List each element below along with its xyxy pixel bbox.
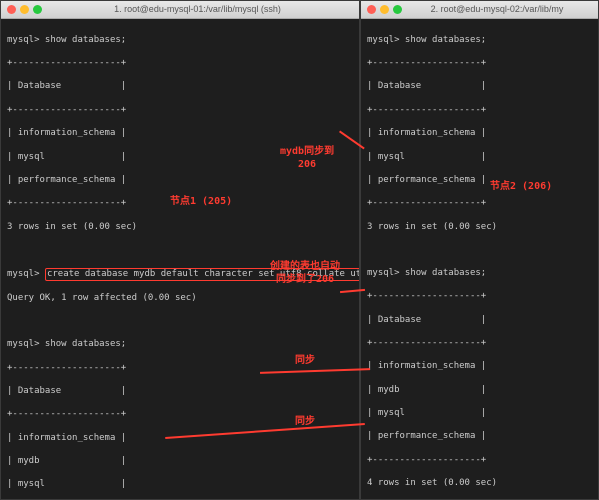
- term-line: +--------------------+: [367, 338, 592, 350]
- term-line: [7, 317, 353, 328]
- term-line: [7, 245, 353, 256]
- term-line: | performance_schema |: [7, 175, 353, 187]
- term-line: mysql> show databases;: [367, 35, 592, 47]
- minimize-icon[interactable]: [380, 5, 389, 14]
- term-line: | information_schema |: [7, 433, 353, 445]
- minimize-icon[interactable]: [20, 5, 29, 14]
- term-line: | mysql |: [7, 479, 353, 491]
- term-line: 3 rows in set (0.00 sec): [367, 222, 592, 234]
- annotation-sync-1: 同步: [295, 354, 315, 367]
- window-controls: [7, 5, 42, 14]
- term-line: mysql> show databases;: [7, 35, 353, 47]
- annotation-mydb-sync: mydb同步到 206: [280, 145, 334, 171]
- terminal-pane-right[interactable]: 2. root@edu-mysql-02:/var/lib/my mysql> …: [360, 0, 599, 500]
- close-icon[interactable]: [367, 5, 376, 14]
- term-line: | Database |: [367, 81, 592, 93]
- window-title-right: 2. root@edu-mysql-02:/var/lib/my: [402, 4, 592, 16]
- term-line: +--------------------+: [7, 58, 353, 70]
- term-line: +--------------------+: [367, 291, 592, 303]
- term-line: mysql> show databases;: [367, 268, 592, 280]
- annotation-table-sync: 创建的表也自动 同步到了206: [270, 260, 340, 286]
- term-line: | performance_schema |: [367, 175, 592, 187]
- term-line: +--------------------+: [367, 105, 592, 117]
- term-line: +--------------------+: [367, 58, 592, 70]
- maximize-icon[interactable]: [33, 5, 42, 14]
- titlebar-right: 2. root@edu-mysql-02:/var/lib/my: [361, 1, 598, 19]
- term-line: +--------------------+: [7, 105, 353, 117]
- term-line: | mysql |: [367, 152, 592, 164]
- term-line: | information_schema |: [367, 361, 592, 373]
- term-line: | Database |: [367, 315, 592, 327]
- term-line: | information_schema |: [7, 128, 353, 140]
- term-line: [367, 245, 592, 256]
- term-line: | mydb |: [367, 385, 592, 397]
- term-line: mysql> show databases;: [7, 339, 353, 351]
- annotation-sync-2: 同步: [295, 415, 315, 428]
- term-line: | mydb |: [7, 456, 353, 468]
- window-title-left: 1. root@edu-mysql-01:/var/lib/mysql (ssh…: [42, 4, 353, 16]
- term-line: | Database |: [7, 81, 353, 93]
- term-line: +--------------------+: [367, 198, 592, 210]
- maximize-icon[interactable]: [393, 5, 402, 14]
- window-controls: [367, 5, 402, 14]
- close-icon[interactable]: [7, 5, 16, 14]
- term-line: 3 rows in set (0.00 sec): [7, 222, 353, 234]
- annotation-node1: 节点1 (205): [170, 195, 232, 208]
- term-line: | mysql |: [367, 408, 592, 420]
- term-line: 4 rows in set (0.00 sec): [367, 478, 592, 490]
- terminal-content-right[interactable]: mysql> show databases; +----------------…: [361, 19, 598, 499]
- term-line: | performance_schema |: [367, 431, 592, 443]
- titlebar-left: 1. root@edu-mysql-01:/var/lib/mysql (ssh…: [1, 1, 359, 19]
- term-line: | information_schema |: [367, 128, 592, 140]
- annotation-node2: 节点2 (206): [490, 180, 552, 193]
- term-line: +--------------------+: [367, 455, 592, 467]
- term-line: | Database |: [7, 386, 353, 398]
- term-line: Query OK, 1 row affected (0.00 sec): [7, 293, 353, 305]
